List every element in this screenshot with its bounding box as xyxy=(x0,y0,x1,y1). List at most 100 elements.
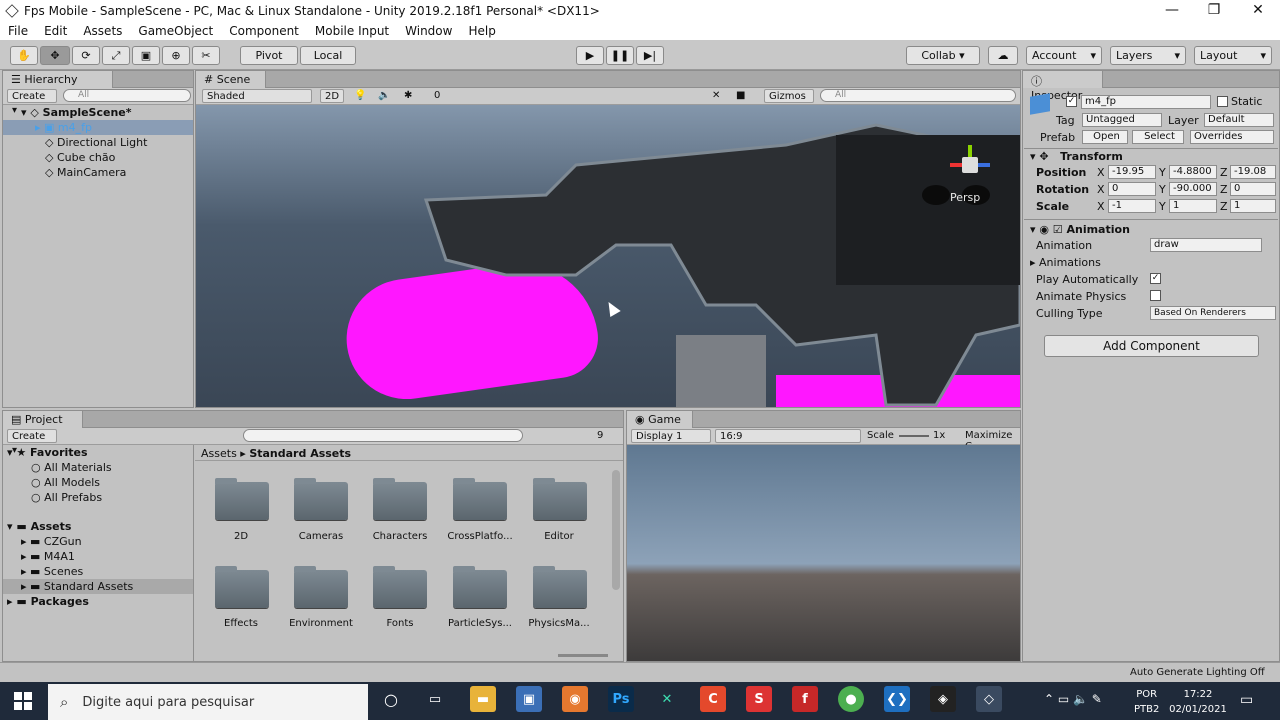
move-tool-icon[interactable]: ✥ xyxy=(40,46,70,65)
audio-icon[interactable]: 🔈 xyxy=(378,90,390,101)
orientation-gizmo[interactable] xyxy=(950,145,990,185)
folder-fonts-icon[interactable] xyxy=(373,566,427,608)
vscode-icon[interactable]: ❮❯ xyxy=(884,686,910,712)
shading-dropdown[interactable]: Shaded xyxy=(202,89,312,103)
folder-cameras-icon[interactable] xyxy=(294,478,348,520)
favorite-all-materials[interactable]: ○ All Materials xyxy=(7,460,193,475)
store-icon[interactable]: ▣ xyxy=(516,686,542,712)
tools-icon[interactable]: ✕ xyxy=(712,90,720,101)
maximize-button[interactable]: ❐ xyxy=(1192,0,1236,22)
folder-m4a1[interactable]: ▸ ▬ M4A1 xyxy=(7,549,193,564)
scene-viewport[interactable]: Persp xyxy=(196,105,1020,407)
language-indicator[interactable]: POR PTB2 xyxy=(1134,687,1159,717)
app-red-icon[interactable]: C xyxy=(700,686,726,712)
animation-clip-field[interactable]: draw xyxy=(1150,238,1262,252)
menu-gameobject[interactable]: GameObject xyxy=(130,24,221,38)
layers-dropdown[interactable]: Layers ▾ xyxy=(1110,46,1186,65)
menu-edit[interactable]: Edit xyxy=(36,24,75,38)
play-automatically-checkbox[interactable]: ✓ xyxy=(1150,273,1161,284)
pause-button[interactable]: ❚❚ xyxy=(606,46,634,65)
rot-z-field[interactable]: 0 xyxy=(1230,182,1276,196)
folder-physicsmaterials-icon[interactable] xyxy=(533,566,587,608)
prefab-select-button[interactable]: Select xyxy=(1132,130,1184,144)
folder-2d-icon[interactable] xyxy=(215,478,269,520)
menu-window[interactable]: Window xyxy=(397,24,460,38)
favorites-header[interactable]: ▾ ★ Favorites xyxy=(7,445,193,460)
tray-icons[interactable]: ⌃ ▭ 🔈 ✎ xyxy=(1044,692,1102,706)
minimize-button[interactable]: — xyxy=(1150,0,1194,22)
cortana-icon[interactable]: ○ xyxy=(378,686,404,712)
persp-label[interactable]: Persp xyxy=(950,191,980,204)
account-dropdown[interactable]: Account ▾ xyxy=(1026,46,1102,65)
chrome-icon[interactable]: ● xyxy=(838,686,864,712)
add-component-button[interactable]: Add Component xyxy=(1044,335,1259,357)
display-dropdown[interactable]: Display 1 xyxy=(631,429,711,443)
close-button[interactable]: ✕ xyxy=(1236,0,1280,22)
lighting-icon[interactable]: 💡 xyxy=(354,90,366,101)
favorite-all-models[interactable]: ○ All Models xyxy=(7,475,193,490)
layout-dropdown[interactable]: Layout ▾ xyxy=(1194,46,1272,65)
unity-editor-icon[interactable]: ◇ xyxy=(976,686,1002,712)
windows-start-icon[interactable] xyxy=(14,692,32,710)
folder-editor-icon[interactable] xyxy=(533,478,587,520)
scene-root[interactable]: ▾ ◇ SampleScene* xyxy=(3,105,193,120)
folder-environment-icon[interactable] xyxy=(294,566,348,608)
pos-z-field[interactable]: -19.08 xyxy=(1230,165,1276,179)
prefab-open-button[interactable]: Open xyxy=(1082,130,1128,144)
menu-component[interactable]: Component xyxy=(221,24,307,38)
project-search-input[interactable] xyxy=(243,429,523,442)
cloud-icon[interactable]: ☁ xyxy=(988,46,1018,65)
scl-x-field[interactable]: -1 xyxy=(1108,199,1156,213)
hierarchy-search-input[interactable]: All xyxy=(63,89,191,102)
tab-project[interactable]: ▤ Project xyxy=(3,411,83,428)
clock[interactable]: 17:22 02/01/2021 xyxy=(1166,687,1230,717)
scl-z-field[interactable]: 1 xyxy=(1230,199,1276,213)
hierarchy-create-button[interactable]: Create ▾ xyxy=(7,89,57,116)
scl-y-field[interactable]: 1 xyxy=(1169,199,1217,213)
folder-particlesystems-icon[interactable] xyxy=(453,566,507,608)
task-view-icon[interactable]: ▭ xyxy=(422,686,448,712)
hierarchy-item-cube[interactable]: ◇ Cube chão xyxy=(3,150,193,165)
file-explorer-icon[interactable]: ▬ xyxy=(470,686,496,712)
culling-type-dropdown[interactable]: Based On Renderers xyxy=(1150,306,1276,320)
app-bow-icon[interactable]: ✕ xyxy=(654,686,680,712)
tag-dropdown[interactable]: Untagged xyxy=(1082,113,1162,127)
folder-scenes[interactable]: ▸ ▬ Scenes xyxy=(7,564,193,579)
local-toggle[interactable]: Local xyxy=(300,46,356,65)
unity-hub-icon[interactable]: ◈ xyxy=(930,686,956,712)
breadcrumb-assets[interactable]: Assets xyxy=(201,447,237,460)
rect-tool-icon[interactable]: ▣ xyxy=(132,46,160,65)
game-viewport[interactable] xyxy=(627,445,1020,661)
folder-standard-assets[interactable]: ▸ ▬ Standard Assets xyxy=(3,579,193,594)
static-checkbox[interactable] xyxy=(1217,96,1228,107)
hierarchy-item-main-camera[interactable]: ◇ MainCamera xyxy=(3,165,193,180)
folder-czgun[interactable]: ▸ ▬ CZGun xyxy=(7,534,193,549)
scale-tool-icon[interactable]: ⤢ xyxy=(102,46,130,65)
layer-dropdown[interactable]: Default xyxy=(1204,113,1274,127)
step-button[interactable]: ▶| xyxy=(636,46,664,65)
prefab-overrides-dropdown[interactable]: Overrides xyxy=(1190,130,1274,144)
menu-mobile-input[interactable]: Mobile Input xyxy=(307,24,397,38)
menu-assets[interactable]: Assets xyxy=(75,24,130,38)
assets-header[interactable]: ▾ ▬ Assets xyxy=(7,519,193,534)
scene-search-input[interactable]: All xyxy=(820,89,1016,102)
rotate-tool-icon[interactable]: ⟳ xyxy=(72,46,100,65)
hierarchy-item-directional-light[interactable]: ◇ Directional Light xyxy=(3,135,193,150)
photoshop-icon[interactable]: Ps xyxy=(608,686,634,712)
animate-physics-checkbox[interactable] xyxy=(1150,290,1161,301)
tab-scene[interactable]: # Scene xyxy=(196,71,266,88)
animations-foldout[interactable]: ▸ Animations xyxy=(1030,256,1101,269)
packages-header[interactable]: ▸ ▬ Packages xyxy=(7,594,193,609)
tab-inspector[interactable]: ⓘ Inspector xyxy=(1023,71,1103,102)
folder-crossplatform-icon[interactable] xyxy=(453,478,507,520)
project-scrollbar[interactable] xyxy=(612,470,620,590)
camera-icon[interactable]: ■ xyxy=(736,90,745,101)
tab-game[interactable]: ◉ Game xyxy=(627,411,693,428)
icon-size-slider[interactable] xyxy=(558,654,608,657)
hierarchy-item-m4fp[interactable]: ▸ ▣ m4_fp xyxy=(3,120,193,135)
rot-y-field[interactable]: -90.000 xyxy=(1169,182,1217,196)
folder-effects-icon[interactable] xyxy=(215,566,269,608)
hand-tool-icon[interactable]: ✋ xyxy=(10,46,38,65)
active-checkbox[interactable]: ✓ xyxy=(1066,96,1077,107)
gizmos-dropdown[interactable]: Gizmos xyxy=(764,89,814,103)
